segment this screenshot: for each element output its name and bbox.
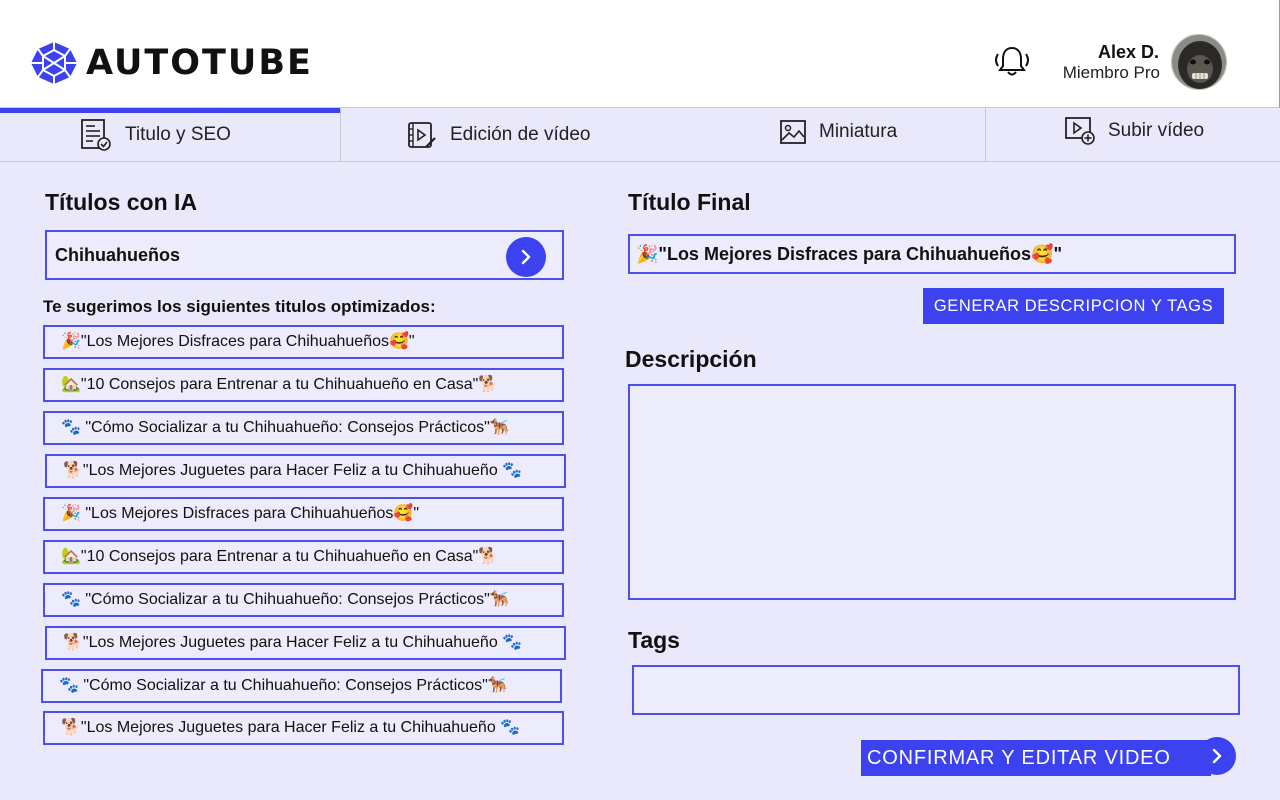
suggestions-label: Te sugerimos los siguientes titulos opti… bbox=[43, 297, 436, 316]
step-tabs: Titulo y SEO Edición de vídeo Miniatura bbox=[0, 108, 1280, 162]
suggested-title-item[interactable]: 🐾 "Cómo Socializar a tu Chihuahueño: Con… bbox=[43, 583, 564, 617]
tab-label: Miniatura bbox=[819, 120, 898, 142]
suggested-title-item[interactable]: 🐕"Los Mejores Juguetes para Hacer Feliz … bbox=[43, 711, 564, 745]
tab-edicion-video[interactable]: Edición de vídeo bbox=[406, 108, 591, 161]
suggested-title-item[interactable]: 🎉 "Los Mejores Disfraces para Chihuahueñ… bbox=[43, 497, 564, 531]
chevron-right-icon bbox=[521, 249, 531, 265]
topic-input-value: Chihuahueños bbox=[55, 245, 180, 265]
user-role: Miembro Pro bbox=[1062, 63, 1160, 82]
tab-subir-video[interactable]: Subir vídeo bbox=[1064, 104, 1204, 157]
tab-label: Titulo y SEO bbox=[125, 123, 231, 145]
user-name: Alex D. bbox=[1097, 42, 1159, 62]
tab-divider bbox=[985, 108, 986, 161]
chevron-right-icon bbox=[1212, 748, 1222, 764]
app-header: AUTOTUBE Alex D. Miembro Pro bbox=[0, 0, 1280, 108]
suggested-title-item[interactable]: 🐾 "Cómo Socializar a tu Chihuahueño: Con… bbox=[43, 411, 564, 445]
tags-input[interactable] bbox=[632, 665, 1240, 715]
confirm-edit-video-button[interactable]: CONFIRMAR Y EDITAR VIDEO bbox=[861, 740, 1211, 776]
notification-bell-icon[interactable] bbox=[992, 44, 1032, 78]
suggested-title-item[interactable]: 🏡"10 Consejos para Entrenar a tu Chihuah… bbox=[43, 540, 564, 574]
topic-input[interactable]: Chihuahueños bbox=[45, 230, 564, 280]
confirm-arrow-button[interactable] bbox=[1198, 737, 1236, 775]
ai-titles-heading: Títulos con IA bbox=[45, 189, 198, 215]
suggested-title-item[interactable]: 🏡"10 Consejos para Entrenar a tu Chihuah… bbox=[43, 368, 564, 402]
brand-name: AUTOTUBE bbox=[86, 43, 313, 83]
suggested-title-item[interactable]: 🐕"Los Mejores Juguetes para Hacer Feliz … bbox=[45, 626, 566, 660]
description-heading: Descripción bbox=[625, 346, 757, 372]
final-title-input[interactable]: 🎉"Los Mejores Disfraces para Chihuahueño… bbox=[628, 234, 1236, 274]
tab-miniatura[interactable]: Miniatura bbox=[779, 105, 897, 158]
generate-titles-button[interactable] bbox=[506, 237, 546, 277]
upload-video-icon bbox=[1065, 116, 1095, 145]
tab-label: Subir vídeo bbox=[1108, 119, 1205, 141]
generate-description-tags-button[interactable]: GENERAR DESCRIPCION Y TAGS bbox=[923, 288, 1224, 324]
tab-titulo-seo[interactable]: Titulo y SEO bbox=[79, 108, 231, 161]
final-title-heading: Título Final bbox=[628, 189, 751, 215]
image-icon bbox=[780, 119, 806, 144]
suggested-title-item[interactable]: 🎉"Los Mejores Disfraces para Chihuahueño… bbox=[43, 325, 564, 359]
video-edit-icon bbox=[408, 121, 436, 148]
suggested-title-item[interactable]: 🐾 "Cómo Socializar a tu Chihuahueño: Con… bbox=[41, 669, 562, 703]
user-avatar[interactable] bbox=[1171, 34, 1227, 90]
tab-divider bbox=[340, 108, 341, 161]
document-check-icon bbox=[81, 118, 111, 151]
description-textarea[interactable] bbox=[628, 384, 1236, 600]
suggested-title-item[interactable]: 🐕"Los Mejores Juguetes para Hacer Feliz … bbox=[45, 454, 566, 488]
tags-heading: Tags bbox=[628, 627, 680, 653]
autotube-logo-icon bbox=[31, 42, 77, 84]
tab-label: Edición de vídeo bbox=[450, 123, 591, 145]
